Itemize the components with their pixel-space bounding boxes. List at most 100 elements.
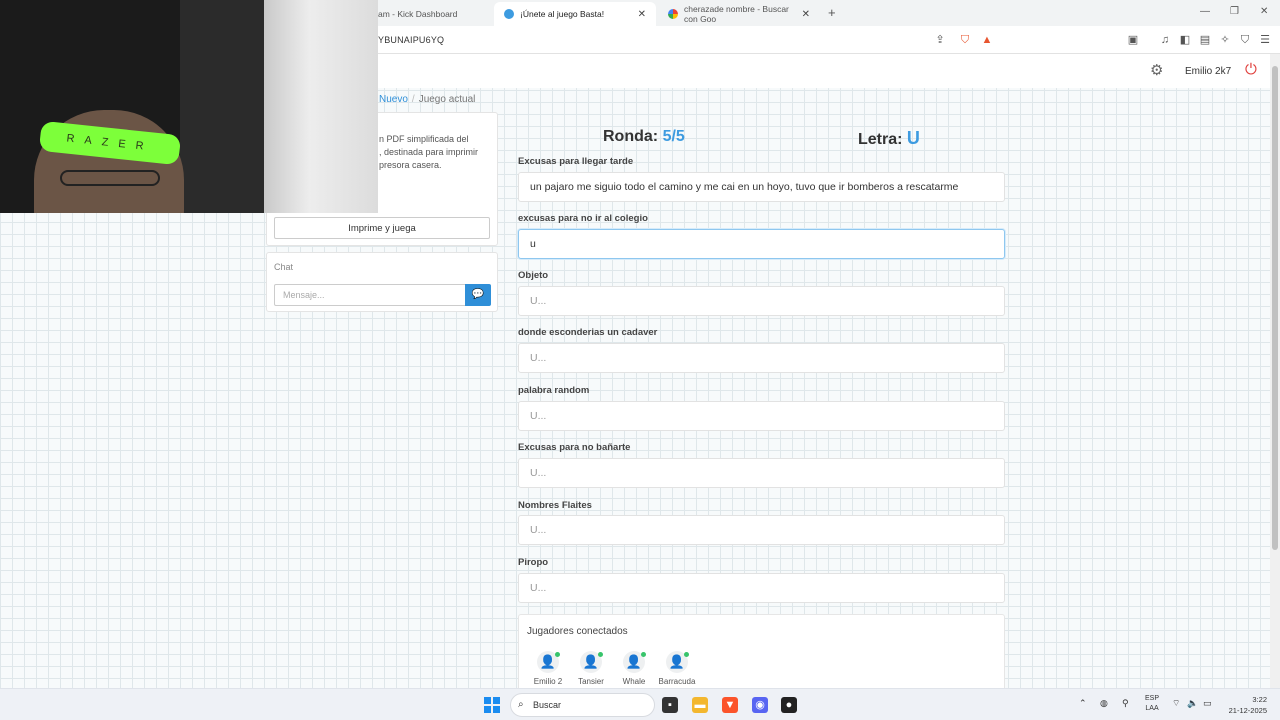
language-indicator[interactable]: ESP LAA xyxy=(1145,694,1159,714)
webcam-door xyxy=(264,0,378,213)
google-icon xyxy=(668,9,678,19)
answer-field-random-word[interactable]: U... xyxy=(518,401,1005,431)
battery-icon[interactable]: ▭ xyxy=(1203,698,1212,709)
gear-icon[interactable]: ⚙ xyxy=(1150,63,1166,79)
tab-basta-game[interactable]: ¡Únete al juego Basta! ✕ xyxy=(494,2,656,26)
tab-google-search[interactable]: cherazade nombre - Buscar con Goo ✕ xyxy=(658,2,820,26)
field-label: Piropo xyxy=(518,557,549,568)
online-dot xyxy=(598,652,603,657)
user-icon: 👤 xyxy=(666,651,689,673)
chat-bubble-icon: 💬 xyxy=(471,289,485,300)
minimize-icon[interactable]: — xyxy=(1200,6,1210,17)
online-dot xyxy=(684,652,689,657)
letter-label: Letra: xyxy=(858,131,903,148)
chat-title: Chat xyxy=(274,262,294,272)
globe-icon xyxy=(504,9,514,19)
windows-taskbar: ⌕ Buscar ▪ ▬ ▼ ◉ ● ⌃ ◍ ⚲ ESP LAA ⌔ 🔈 ▭ 3… xyxy=(0,688,1280,720)
url-text[interactable]: YBUNAIPU6YQ xyxy=(378,35,444,45)
close-window-icon[interactable]: ✕ xyxy=(1260,6,1268,17)
tab-label: am - Kick Dashboard xyxy=(378,9,458,19)
lang-bottom: LAA xyxy=(1145,705,1159,712)
brave-rewards-icon[interactable]: ▲ xyxy=(980,33,994,47)
share-icon[interactable]: ⇪ xyxy=(933,33,947,47)
close-tab-icon[interactable]: ✕ xyxy=(638,9,646,20)
player-item[interactable]: 👤 Emilio 2 xyxy=(528,651,568,686)
task-view-icon[interactable]: ▪ xyxy=(662,697,678,713)
breadcrumb-current: Juego actual xyxy=(418,94,476,105)
round-label: Ronda: xyxy=(603,128,659,145)
player-item[interactable]: 👤 Barracuda xyxy=(657,651,697,686)
maximize-icon[interactable]: ❐ xyxy=(1230,6,1239,17)
file-explorer-icon[interactable]: ▬ xyxy=(692,697,708,713)
network-tray-icon[interactable]: ◍ xyxy=(1100,698,1108,709)
scrollbar-thumb[interactable] xyxy=(1272,66,1278,550)
screenshot-icon[interactable]: ▣ xyxy=(1126,33,1140,47)
tab-label: cherazade nombre - Buscar con Goo xyxy=(684,4,789,24)
lang-top: ESP xyxy=(1145,695,1160,702)
player-name: Tansier xyxy=(578,677,604,686)
field-label: donde esconderias un cadaver xyxy=(518,327,658,338)
search-icon: ⌕ xyxy=(518,699,524,710)
leo-icon[interactable]: ✧ xyxy=(1218,33,1232,47)
answer-field-hide-body[interactable]: U... xyxy=(518,343,1005,373)
menu-icon[interactable]: ☰ xyxy=(1258,33,1272,47)
answer-field-school-excuses[interactable]: u xyxy=(518,229,1005,259)
username[interactable]: Emilio 2k7 xyxy=(1185,66,1231,77)
sidebar-icon[interactable]: ◧ xyxy=(1178,33,1192,47)
webcam-overlay: RAZER xyxy=(0,0,378,213)
player-name: Whale xyxy=(622,677,646,686)
player-name: Emilio 2 xyxy=(533,677,563,686)
player-name: Barracuda xyxy=(658,677,696,686)
breadcrumb-new-link[interactable]: Nuevo xyxy=(379,94,408,105)
pdf-line: , destinada para imprimir xyxy=(379,147,479,157)
pdf-line: n PDF simplificada del xyxy=(379,134,469,144)
field-label: palabra random xyxy=(518,385,590,396)
windows-start-icon[interactable] xyxy=(484,697,500,713)
connected-players-panel: Jugadores conectados 👤 Emilio 2 👤 Tansie… xyxy=(518,614,1005,688)
answer-field-object[interactable]: U... xyxy=(518,286,1005,316)
breadcrumb: Nuevo / Juego actual xyxy=(379,94,476,105)
player-item[interactable]: 👤 Tansier xyxy=(571,651,611,686)
answer-field-no-bath-excuses[interactable]: U... xyxy=(518,458,1005,488)
answer-field-piropo[interactable]: U... xyxy=(518,573,1005,603)
field-label: Objeto xyxy=(518,270,549,281)
players-title: Jugadores conectados xyxy=(527,626,628,637)
new-tab-icon[interactable]: + xyxy=(828,5,836,20)
field-label: Excusas para llegar tarde xyxy=(518,156,634,167)
online-dot xyxy=(555,652,560,657)
wallet-icon[interactable]: ▤ xyxy=(1198,33,1212,47)
pdf-line: presora casera. xyxy=(379,160,442,170)
round-indicator: Ronda: 5/5 xyxy=(603,128,685,146)
taskbar-search[interactable]: ⌕ Buscar xyxy=(510,693,655,717)
online-dot xyxy=(641,652,646,657)
answer-field-late-excuses[interactable]: un pajaro me siguio todo el camino y me … xyxy=(518,172,1005,202)
clock-date: 21-12-2025 xyxy=(1228,706,1267,715)
mic-tray-icon[interactable]: ⚲ xyxy=(1122,698,1129,709)
brave-browser-icon[interactable]: ▼ xyxy=(722,697,738,713)
letter-value: U xyxy=(906,128,920,148)
answer-field-flaite-names[interactable]: U... xyxy=(518,515,1005,545)
system-clock[interactable]: 3:22 21-12-2025 xyxy=(1225,694,1267,716)
letter-indicator: Letra: U xyxy=(858,128,920,149)
close-tab-icon[interactable]: ✕ xyxy=(802,9,810,20)
webcam-shelf xyxy=(180,0,268,213)
media-icon[interactable]: ♫ xyxy=(1158,33,1172,47)
obs-icon[interactable]: ● xyxy=(781,697,797,713)
brave-shield-icon[interactable]: ⛉ xyxy=(958,33,972,47)
page-scrollbar[interactable] xyxy=(1270,54,1280,688)
player-item[interactable]: 👤 Whale xyxy=(614,651,654,686)
tab-label: ¡Únete al juego Basta! xyxy=(520,9,605,19)
discord-icon[interactable]: ◉ xyxy=(752,697,768,713)
power-icon[interactable]: ⏻ xyxy=(1245,62,1261,78)
chat-message-input[interactable]: Mensaje... xyxy=(274,284,466,306)
print-and-play-button[interactable]: Imprime y juega xyxy=(274,217,490,239)
volume-icon[interactable]: 🔈 xyxy=(1187,698,1198,709)
send-message-button[interactable]: 💬 xyxy=(465,284,491,306)
tray-overflow-icon[interactable]: ⌃ xyxy=(1079,698,1087,709)
webcam-glasses xyxy=(60,170,160,186)
wifi-icon[interactable]: ⌔ xyxy=(1172,698,1180,709)
tab-kick-dashboard[interactable]: am - Kick Dashboard xyxy=(368,2,492,26)
vpn-icon[interactable]: ⛉ xyxy=(1238,33,1252,47)
field-label: Nombres Flaites xyxy=(518,500,592,511)
user-icon: 👤 xyxy=(537,651,560,673)
